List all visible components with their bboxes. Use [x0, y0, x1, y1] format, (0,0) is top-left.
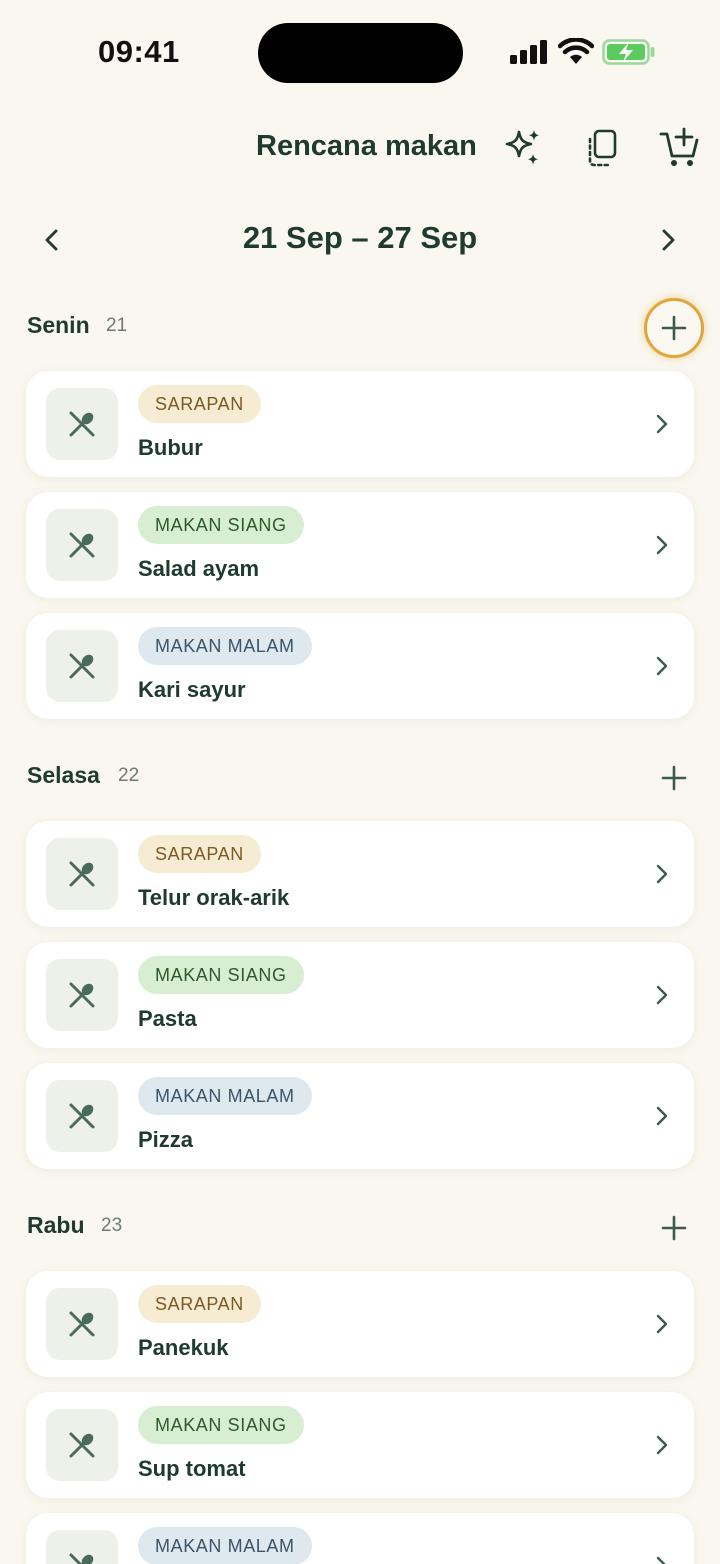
- chevron-right-icon: [656, 1556, 666, 1564]
- utensils-icon: [69, 411, 95, 437]
- meal-thumbnail: [46, 388, 118, 460]
- plus-icon: [661, 765, 687, 791]
- magic-button[interactable]: [502, 126, 546, 170]
- meal-thumbnail: [46, 1530, 118, 1564]
- week-navigator: 21 Sep – 27 Sep: [0, 212, 720, 268]
- meal-card[interactable]: MAKAN SIANG Salad ayam: [26, 492, 694, 598]
- sparkle-icon: [505, 130, 539, 165]
- header: Rencana makan: [0, 120, 720, 180]
- day-number: 22: [118, 765, 140, 786]
- meal-chevron: [648, 1431, 676, 1459]
- meal-chevron: [648, 981, 676, 1009]
- copy-icon: [588, 129, 617, 167]
- cart-add-icon: [659, 127, 699, 166]
- page-title: Rencana makan: [256, 130, 477, 162]
- meal-chevron: [648, 1102, 676, 1130]
- status-time: 09:41: [98, 34, 180, 69]
- meal-thumbnail: [46, 630, 118, 702]
- utensils-icon: [69, 861, 95, 887]
- meal-type-tag: SARAPAN: [138, 1285, 261, 1323]
- day-section-senin: Senin 21 SARAPAN Bubur MAKAN SIANG Salad…: [0, 298, 720, 722]
- meal-thumbnail: [46, 509, 118, 581]
- chevron-right-icon: [656, 535, 668, 555]
- add-meal-button[interactable]: [648, 752, 700, 804]
- meal-type-tag: MAKAN SIANG: [138, 506, 304, 544]
- meal-type-tag: MAKAN MALAM: [138, 1077, 312, 1115]
- chevron-right-icon: [656, 985, 668, 1005]
- week-range-label: 21 Sep – 27 Sep: [242, 220, 478, 255]
- day-header: Senin 21: [0, 298, 720, 358]
- meal-name: Panekuk: [138, 1335, 229, 1360]
- meal-card[interactable]: SARAPAN Panekuk: [26, 1271, 694, 1377]
- signal-icon: [510, 40, 547, 64]
- meal-name: Pizza: [138, 1127, 194, 1152]
- meal-chevron: [648, 531, 676, 559]
- dynamic-island: [258, 23, 463, 83]
- utensils-icon: [69, 982, 95, 1008]
- utensils-icon: [69, 1553, 94, 1564]
- meal-name: Telur orak-arik: [138, 885, 290, 910]
- day-section-rabu: Rabu 23 SARAPAN Panekuk MAKAN SIANG Sup …: [0, 1202, 720, 1564]
- meal-thumbnail: [46, 1080, 118, 1152]
- day-name: Selasa: [27, 762, 100, 788]
- shopping-list-button[interactable]: [658, 126, 702, 170]
- chevron-right-icon: [656, 1106, 668, 1126]
- next-week-button[interactable]: [648, 220, 688, 260]
- meal-thumbnail: [46, 959, 118, 1031]
- battery-icon: [602, 39, 655, 65]
- chevron-right-icon: [656, 1314, 668, 1334]
- meal-name: Salad ayam: [138, 556, 260, 581]
- meal-card[interactable]: MAKAN MALAM Pizza: [26, 1063, 694, 1169]
- add-meal-button[interactable]: [648, 1202, 700, 1254]
- meal-chevron: [648, 410, 676, 438]
- day-number: 23: [101, 1215, 123, 1236]
- meal-thumbnail: [46, 1288, 118, 1360]
- utensils-icon: [69, 653, 95, 679]
- day-name: Senin: [27, 312, 90, 338]
- copy-week-button[interactable]: [580, 126, 624, 170]
- meal-card[interactable]: MAKAN MALAM Kari sayur: [26, 613, 694, 719]
- meal-type-tag: SARAPAN: [138, 835, 261, 873]
- meal-card[interactable]: MAKAN MALAM: [26, 1513, 694, 1564]
- utensils-icon: [69, 1311, 95, 1337]
- day-section-selasa: Selasa 22 SARAPAN Telur orak-arik MAKAN …: [0, 752, 720, 1172]
- plus-icon: [661, 1215, 687, 1241]
- day-header: Rabu 23: [0, 1202, 720, 1252]
- add-meal-button[interactable]: [644, 298, 704, 358]
- utensils-icon: [69, 1103, 95, 1129]
- meal-name: Kari sayur: [138, 677, 246, 702]
- day-header: Selasa 22: [0, 752, 720, 802]
- meal-name: Pasta: [138, 1006, 197, 1031]
- meal-type-tag: MAKAN MALAM: [138, 1527, 312, 1564]
- meal-chevron: [648, 1552, 676, 1564]
- meal-chevron: [648, 1310, 676, 1338]
- meal-card[interactable]: SARAPAN Bubur: [26, 371, 694, 477]
- plus-icon: [661, 315, 687, 341]
- utensils-icon: [69, 532, 95, 558]
- wifi-icon: [558, 38, 594, 64]
- meal-card[interactable]: MAKAN SIANG Sup tomat: [26, 1392, 694, 1498]
- meal-thumbnail: [46, 1409, 118, 1481]
- meal-name: Bubur: [138, 435, 203, 460]
- meal-type-tag: SARAPAN: [138, 385, 261, 423]
- day-name: Rabu: [27, 1212, 85, 1238]
- meal-chevron: [648, 860, 676, 888]
- chevron-right-icon: [656, 1435, 668, 1455]
- meal-chevron: [648, 652, 676, 680]
- chevron-right-icon: [656, 864, 668, 884]
- meal-name: Sup tomat: [138, 1456, 246, 1481]
- meal-card[interactable]: MAKAN SIANG Pasta: [26, 942, 694, 1048]
- meal-type-tag: MAKAN SIANG: [138, 956, 304, 994]
- meal-type-tag: MAKAN SIANG: [138, 1406, 304, 1444]
- day-number: 21: [106, 315, 128, 336]
- chevron-right-icon: [656, 414, 668, 434]
- meal-card[interactable]: SARAPAN Telur orak-arik: [26, 821, 694, 927]
- status-bar: 09:41: [0, 0, 720, 104]
- chevron-right-icon: [662, 229, 675, 251]
- meal-thumbnail: [46, 838, 118, 910]
- chevron-right-icon: [656, 656, 668, 676]
- utensils-icon: [69, 1432, 95, 1458]
- meal-type-tag: MAKAN MALAM: [138, 627, 312, 665]
